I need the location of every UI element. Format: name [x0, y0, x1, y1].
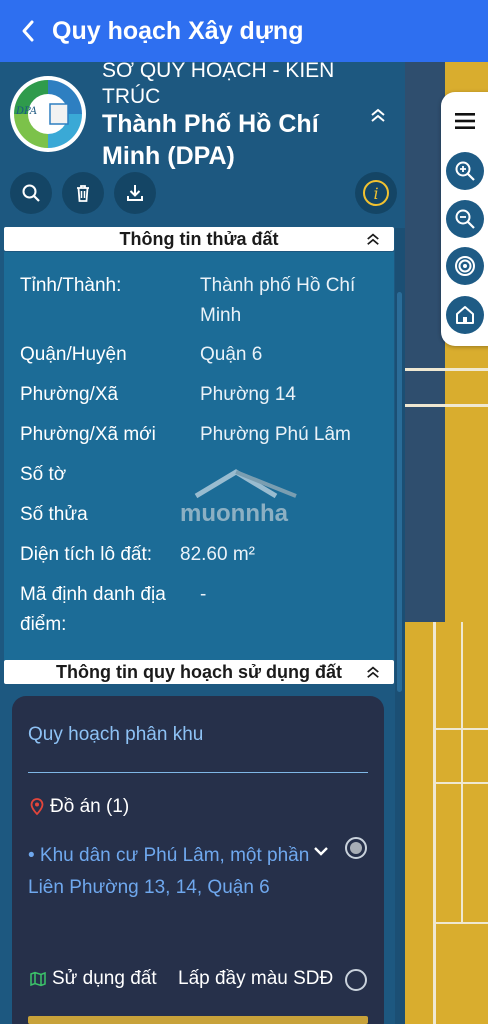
double-chevron-up-icon — [367, 666, 379, 678]
chevron-down-icon — [314, 847, 328, 856]
search-button[interactable] — [10, 172, 52, 214]
row-location-id: Mã định danh địa điểm: - — [20, 584, 207, 635]
download-button[interactable] — [114, 172, 156, 214]
map-road-line — [461, 622, 463, 922]
zoom-in-button[interactable] — [446, 152, 484, 190]
zoom-out-icon — [455, 209, 475, 229]
map-icon — [30, 971, 46, 987]
page-title: Quy hoạch Xây dựng — [52, 16, 304, 45]
watermark-text: muonnha — [180, 500, 288, 527]
map-pin-icon — [30, 798, 44, 816]
back-button[interactable] — [8, 0, 48, 62]
zoning-plan-card: Quy hoạch phân khu Đồ án (1) • Khu dân c… — [12, 696, 384, 1024]
zoom-in-icon — [455, 161, 475, 181]
panel-scroll-thumb[interactable] — [397, 292, 402, 692]
map-road-line — [405, 404, 488, 407]
project-item[interactable]: • Khu dân cư Phú Lâm, một phần Liên Phườ… — [28, 840, 318, 904]
svg-text:i: i — [373, 184, 378, 203]
menu-button[interactable] — [452, 108, 478, 134]
info-button[interactable]: i — [355, 172, 397, 214]
home-icon — [456, 306, 474, 324]
info-panel: DPA SỞ QUY HOẠCH - KIẾN TRÚC Thành Phố H… — [0, 62, 405, 1024]
project-radio[interactable] — [345, 837, 367, 859]
expand-project-button[interactable] — [310, 840, 332, 862]
panel-header: DPA SỞ QUY HOẠCH - KIẾN TRÚC Thành Phố H… — [0, 62, 405, 227]
watermark-logo: muonnha — [176, 466, 316, 527]
map-road-line — [435, 922, 488, 924]
zoning-plan-title: Quy hoạch phân khu — [28, 724, 204, 745]
trash-icon — [77, 185, 89, 202]
fill-color-label: Lấp đầy màu SDĐ — [178, 968, 334, 989]
search-icon — [22, 184, 40, 202]
locate-button[interactable] — [446, 247, 484, 285]
target-icon — [455, 256, 475, 276]
double-chevron-up-icon — [371, 108, 385, 122]
home-button[interactable] — [446, 296, 484, 334]
dpa-logo: DPA — [10, 76, 86, 152]
zoom-out-button[interactable] — [446, 200, 484, 238]
planning-section-header[interactable]: Thông tin quy hoạch sử dụng đất — [4, 660, 394, 684]
double-chevron-up-icon — [367, 233, 379, 245]
app-bar: Quy hoạch Xây dựng — [0, 0, 488, 62]
map-parcel-strip — [405, 62, 445, 622]
land-use-label: Sử dụng đất — [30, 968, 157, 990]
delete-button[interactable] — [62, 172, 104, 214]
chevron-left-icon — [22, 20, 34, 42]
collapse-header-button[interactable] — [367, 104, 389, 126]
hamburger-icon — [455, 113, 475, 129]
parcel-section-header[interactable]: Thông tin thửa đất — [4, 227, 394, 251]
download-icon — [127, 185, 143, 201]
row-province: Tỉnh/Thành: Thành phố Hồ Chí Minh — [20, 275, 356, 326]
map-road-line — [433, 622, 436, 1024]
info-icon: i — [363, 180, 389, 206]
projects-label: Đồ án (1) — [30, 796, 129, 818]
divider — [28, 772, 368, 773]
org-name: Thành Phố Hồ Chí Minh (DPA) — [102, 110, 319, 170]
collapse-planning-button[interactable] — [362, 661, 384, 683]
collapse-parcel-button[interactable] — [362, 228, 384, 250]
map-road-line — [405, 368, 488, 371]
logo-text: DPA — [16, 106, 38, 117]
land-use-color-bar — [28, 1016, 368, 1024]
fill-color-radio[interactable] — [345, 969, 367, 991]
org-title: SỞ QUY HOẠCH - KIẾN TRÚC — [102, 62, 335, 108]
